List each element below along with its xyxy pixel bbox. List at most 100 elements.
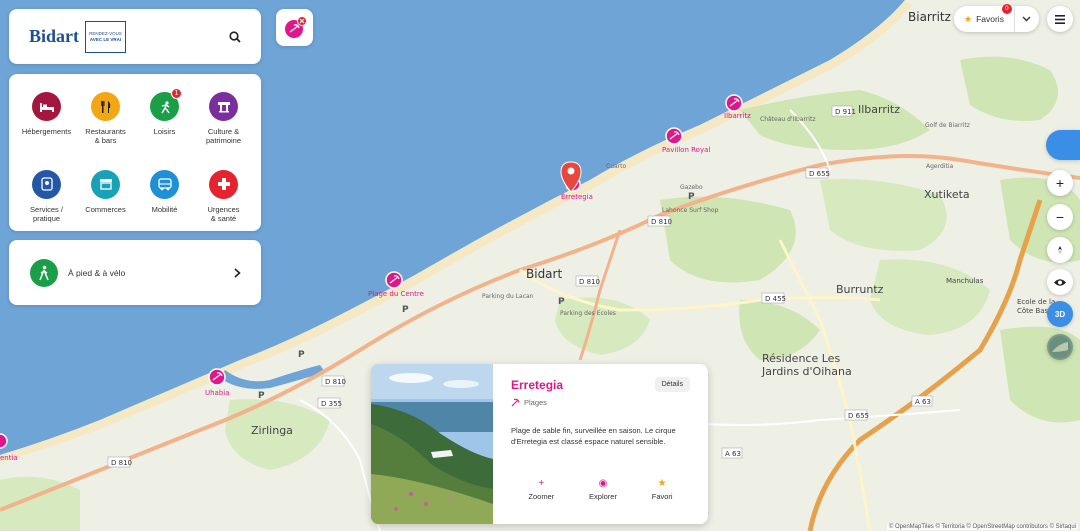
star-icon: ★: [964, 13, 973, 24]
road-label: D 810: [325, 378, 346, 386]
eye-icon: ◉: [598, 478, 608, 489]
favorites-dropdown-button[interactable]: [1015, 6, 1039, 32]
category-hebergements[interactable]: Hébergements: [17, 92, 76, 154]
category-restaurants[interactable]: Restaurants & bars: [76, 92, 135, 154]
card-category: Plages: [511, 398, 690, 407]
road-label: D 355: [321, 400, 342, 408]
menu-button[interactable]: [1047, 6, 1073, 32]
satellite-thumbnail-icon: [1049, 336, 1071, 358]
map-attribution[interactable]: © OpenMapTiles © Territoria © OpenStreet…: [886, 524, 1078, 530]
poi-label-agerditia: Agerditia: [926, 163, 953, 170]
category-badge: 1: [171, 88, 182, 99]
3d-view-button[interactable]: 3D: [1047, 301, 1073, 327]
parking-icon: P: [298, 350, 305, 360]
chevron-right-icon: [234, 267, 241, 278]
poi-label-surf-shop: Lahonce Surf Shop: [662, 207, 719, 214]
category-label: Urgences & santé: [207, 204, 240, 223]
road-label: A 63: [725, 450, 741, 458]
restaurant-icon: [91, 92, 120, 121]
place-photo: [371, 364, 493, 524]
category-label: Mobilité: [151, 204, 178, 214]
active-filter-beaches[interactable]: [276, 9, 313, 46]
road-label: D 810: [111, 459, 132, 467]
beach-label: entia: [0, 454, 18, 462]
explore-action-label: Explorer: [589, 492, 617, 501]
parking-icon: P: [258, 391, 265, 401]
details-button[interactable]: Détails: [654, 377, 690, 392]
category-urgences[interactable]: Urgences & santé: [194, 169, 253, 232]
monument-icon: [209, 92, 238, 121]
explore-action-button[interactable]: ◉ Explorer: [589, 478, 617, 501]
plus-icon: +: [538, 478, 545, 489]
star-icon: ★: [657, 478, 667, 489]
road-label: D 455: [765, 295, 786, 303]
card-body: Erretegia Détails Plages Plage de sable …: [493, 364, 708, 524]
umbrella-icon: [511, 398, 520, 407]
beach-label: Ilbarritz: [724, 112, 751, 120]
road-label: D 810: [579, 278, 600, 286]
basemap-switch-button[interactable]: [1047, 334, 1073, 360]
beach-label: Erretegia: [561, 193, 593, 201]
beach-label: Uhabia: [205, 389, 230, 397]
parking-icon: P: [402, 305, 409, 315]
category-loisirs[interactable]: 1 Loisirs: [135, 88, 194, 154]
place-label-residence: Résidence Les: [762, 352, 840, 365]
poi-label-cuarto: Cuarto: [606, 163, 626, 170]
category-label: Services / pratique: [30, 204, 63, 223]
search-button[interactable]: [223, 25, 247, 49]
place-label-ilbarritz: Ilbarritz: [858, 103, 900, 116]
card-actions: + Zoomer ◉ Explorer ★ Favori: [511, 478, 690, 501]
hamburger-menu-icon: [1055, 14, 1065, 24]
brand-logo[interactable]: Bidart: [29, 26, 79, 47]
category-mobilite[interactable]: Mobilité: [135, 169, 194, 232]
zoom-out-button[interactable]: −: [1047, 204, 1073, 230]
category-label: Loisirs: [153, 127, 176, 136]
brand-slogan: RENDEZ-VOUS AVEC LE VRAI: [85, 20, 127, 53]
favorites-control: ★ Favoris 0: [954, 4, 1039, 32]
visibility-button[interactable]: [1047, 269, 1073, 295]
cross-icon: [209, 169, 238, 199]
walk-bike-label: À pied & à vélo: [68, 267, 126, 278]
parking-icon: P: [688, 192, 695, 202]
favorite-action-button[interactable]: ★ Favori: [652, 478, 673, 501]
category-label: Commerces: [85, 204, 126, 214]
zoom-action-button[interactable]: + Zoomer: [528, 478, 554, 501]
road-label: D 655: [809, 170, 830, 178]
minus-icon: −: [1055, 209, 1065, 225]
category-label: Hébergements: [21, 127, 72, 136]
shop-icon: [91, 169, 120, 199]
category-culture[interactable]: Culture & patrimoine: [194, 92, 253, 154]
favorite-action-label: Favori: [651, 492, 673, 501]
category-commerces[interactable]: Commerces: [76, 169, 135, 232]
favorites-count-badge: 0: [1001, 4, 1012, 14]
category-label: Restaurants & bars: [85, 127, 126, 145]
beach-label: Pavillon Royal: [662, 146, 710, 154]
compass-needle-icon: [1058, 246, 1062, 254]
search-icon: [229, 30, 241, 43]
category-grid: Hébergements Restaurants & bars 1 Loisir…: [9, 74, 261, 231]
bus-icon: [150, 169, 179, 199]
place-label-bidart: Bidart: [526, 267, 562, 281]
walk-bike-button[interactable]: À pied & à vélo: [9, 240, 261, 305]
category-label: Culture & patrimoine: [205, 127, 242, 145]
place-label-burruntz: Burruntz: [836, 283, 884, 296]
road-label: A 63: [915, 398, 931, 406]
beach-label: Plage du Centre: [368, 290, 424, 298]
category-services[interactable]: Services / pratique: [17, 169, 76, 232]
road-label: D 911: [835, 108, 856, 116]
plus-icon: +: [1055, 175, 1065, 191]
compass-button[interactable]: [1046, 130, 1080, 160]
place-info-card: Erretegia Détails Plages Plage de sable …: [371, 364, 708, 524]
card-description: Plage de sable fin, surveillée en saison…: [511, 426, 676, 446]
zoom-in-button[interactable]: +: [1047, 170, 1073, 196]
poi-label-gazebo: Gazebo: [680, 184, 703, 191]
slogan-line-2: AVEC LE VRAI: [89, 36, 122, 42]
parking-icon: P: [558, 297, 565, 307]
favorites-button[interactable]: ★ Favoris 0: [954, 4, 1015, 32]
poi-label-parking: Parking du Lacan: [482, 293, 534, 300]
beach-filter-icon: [284, 15, 307, 38]
orientation-button[interactable]: [1047, 237, 1073, 263]
zoom-action-label: Zoomer: [528, 492, 555, 501]
bed-icon: [32, 92, 61, 121]
favorites-label: Favoris: [976, 14, 1004, 24]
